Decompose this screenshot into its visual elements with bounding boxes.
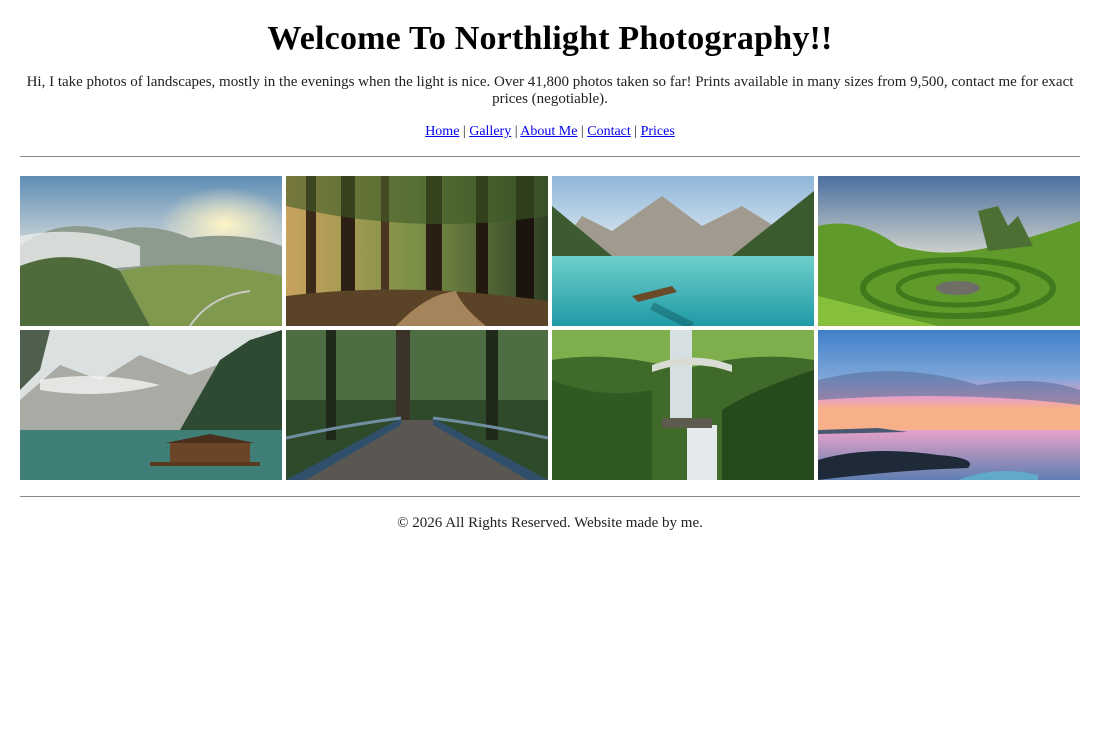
intro-text: Hi, I take photos of landscapes, mostly … (26, 74, 1074, 107)
footer-text: © 2026 All Rights Reserved. Website made… (397, 515, 703, 531)
divider-top (20, 156, 1080, 157)
nav-separator: | (634, 124, 638, 139)
nav-link-about-me[interactable]: About Me (520, 124, 577, 139)
photo-forest-bridge (286, 330, 548, 480)
nav-link-prices[interactable]: Prices (641, 124, 675, 139)
nav-link-contact[interactable]: Contact (587, 124, 631, 139)
gallery-photo-alpine-lake[interactable] (552, 176, 814, 326)
photo-alpine-lake (552, 176, 814, 326)
nav-link-gallery[interactable]: Gallery (469, 124, 511, 139)
gallery-photo-forest-path[interactable] (286, 176, 548, 326)
nav-link-home[interactable]: Home (425, 124, 459, 139)
footer: © 2026 All Rights Reserved. Website made… (20, 514, 1080, 532)
gallery-photo-sunset-shore[interactable] (818, 330, 1080, 480)
gallery-photo-forest-bridge[interactable] (286, 330, 548, 480)
photo-waterfall (552, 330, 814, 480)
photo-mountain-valley (20, 176, 282, 326)
gallery-photo-waterfall[interactable] (552, 330, 814, 480)
page-title: Welcome To Northlight Photography!! (267, 20, 833, 57)
page: Welcome To Northlight Photography!! Hi, … (0, 0, 1100, 532)
nav-separator: | (514, 124, 518, 139)
photo-green-hills (818, 176, 1080, 326)
divider-bottom (20, 496, 1080, 497)
photo-gallery (20, 176, 1080, 480)
photo-lake-boathouse (20, 330, 282, 480)
gallery-photo-mountain-valley[interactable] (20, 176, 282, 326)
photo-sunset-shore (818, 330, 1080, 480)
main-nav: Home | Gallery | About Me | Contact | Pr… (20, 123, 1080, 140)
photo-forest-path (286, 176, 548, 326)
gallery-photo-lake-boathouse[interactable] (20, 330, 282, 480)
nav-separator: | (580, 124, 584, 139)
nav-separator: | (462, 124, 466, 139)
gallery-photo-green-hills[interactable] (818, 176, 1080, 326)
